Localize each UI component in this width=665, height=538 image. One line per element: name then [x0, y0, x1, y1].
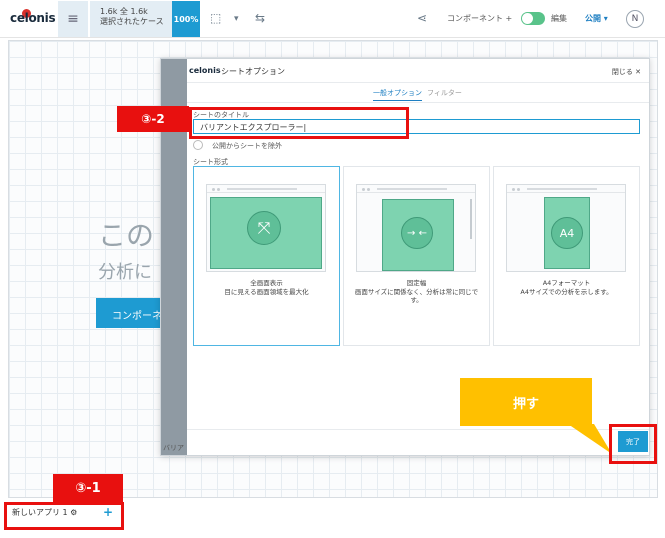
publish-button[interactable]: 公開 ▾ [585, 13, 608, 24]
exclude-from-publish-label: 公開からシートを除外 [212, 142, 282, 150]
hamburger-icon: ≡ [67, 11, 79, 27]
format-card-fixed-width[interactable]: → ← 固定幅 画面サイズに関係なく、分析は常に同じで す。 [343, 166, 490, 346]
swap-icon[interactable]: ⇆ [255, 11, 265, 25]
add-component-button[interactable]: コンポーネント + [447, 13, 512, 24]
a4-badge-icon: A4 [551, 217, 583, 249]
format-a4-title: A4フォーマット [542, 279, 591, 287]
hidden-sheet-label: バリア [163, 444, 184, 452]
format-card-a4[interactable]: A4 A4フォーマット A4サイズでの分析を示します。 [493, 166, 640, 346]
compress-arrows-icon: → ← [401, 217, 433, 249]
dialog-tabs: 一般オプション フィルター [187, 83, 649, 103]
fixed-width-preview: → ← [356, 184, 476, 272]
annotation-label-3-2: ③-2 [117, 106, 189, 132]
format-fixed-width-desc: 画面サイズに関係なく、分析は常に同じで [354, 287, 479, 296]
empty-sheet-title: この [98, 219, 155, 252]
edit-toggle[interactable] [521, 12, 545, 25]
annotation-label-3-1: ③-1 [53, 474, 123, 502]
full-screen-preview: ⤧ [206, 184, 326, 272]
format-fixed-width-text: 固定幅 画面サイズに関係なく、分析は常に同じで す。 [348, 279, 485, 305]
preview-browser-bar [357, 185, 475, 193]
user-avatar[interactable]: N [626, 10, 644, 28]
format-card-full-screen[interactable]: ⤧ 全画面表示 目に見える画面領域を最大化 [193, 166, 340, 346]
tab-general-options[interactable]: 一般オプション [373, 88, 422, 101]
empty-sheet-subtitle: 分析に [98, 262, 152, 283]
celonis-logo: celonis [10, 11, 56, 25]
annotation-box-sheet-tab [4, 502, 124, 530]
edit-label: 編集 [551, 14, 567, 23]
expand-arrows-icon: ⤧ [247, 211, 281, 245]
exclude-from-publish-checkbox[interactable] [193, 140, 203, 150]
case-caption: 選択されたケース [100, 17, 164, 26]
close-button[interactable]: 閉じる ✕ [612, 67, 641, 77]
case-percent-badge: 100% [172, 1, 200, 37]
share-icon[interactable]: ⋖ [417, 11, 427, 25]
preview-browser-bar [207, 185, 325, 193]
format-full-screen-desc: 目に見える画面領域を最大化 [224, 287, 309, 296]
a4-preview: A4 [506, 184, 626, 272]
preview-browser-bar [507, 185, 625, 193]
format-a4-text: A4フォーマット A4サイズでの分析を示します。 [498, 279, 635, 296]
scrollbar-icon [470, 199, 472, 239]
dialog-header: celonis シートオプション 閉じる ✕ [187, 59, 649, 83]
format-full-screen-text: 全画面表示 目に見える画面領域を最大化 [198, 279, 335, 296]
tab-filters[interactable]: フィルター [427, 88, 462, 98]
format-full-screen-title: 全画面表示 [250, 279, 283, 287]
case-count: 1.6k 全 1.6k [100, 7, 148, 16]
format-fixed-width-title: 固定幅 [406, 279, 427, 287]
format-a4-desc: A4サイズでの分析を示します。 [520, 287, 613, 296]
format-fixed-width-desc-2: す。 [410, 296, 423, 304]
dialog-title: シートオプション [221, 67, 285, 76]
chevron-down-icon[interactable]: ▾ [234, 14, 239, 24]
selection-icon[interactable]: ⬚ [210, 11, 221, 25]
case-selection-info[interactable]: 1.6k 全 1.6k 選択されたケース [90, 1, 172, 37]
menu-button[interactable]: ≡ [58, 1, 88, 37]
annotation-box-title-field [189, 107, 409, 139]
annotation-box-done-button [609, 424, 657, 464]
press-callout: 押す [460, 378, 592, 426]
dialog-logo: celonis [189, 66, 221, 75]
top-toolbar: celonis ≡ 1.6k 全 1.6k 選択されたケース 100% ⬚ ▾ … [0, 0, 665, 38]
